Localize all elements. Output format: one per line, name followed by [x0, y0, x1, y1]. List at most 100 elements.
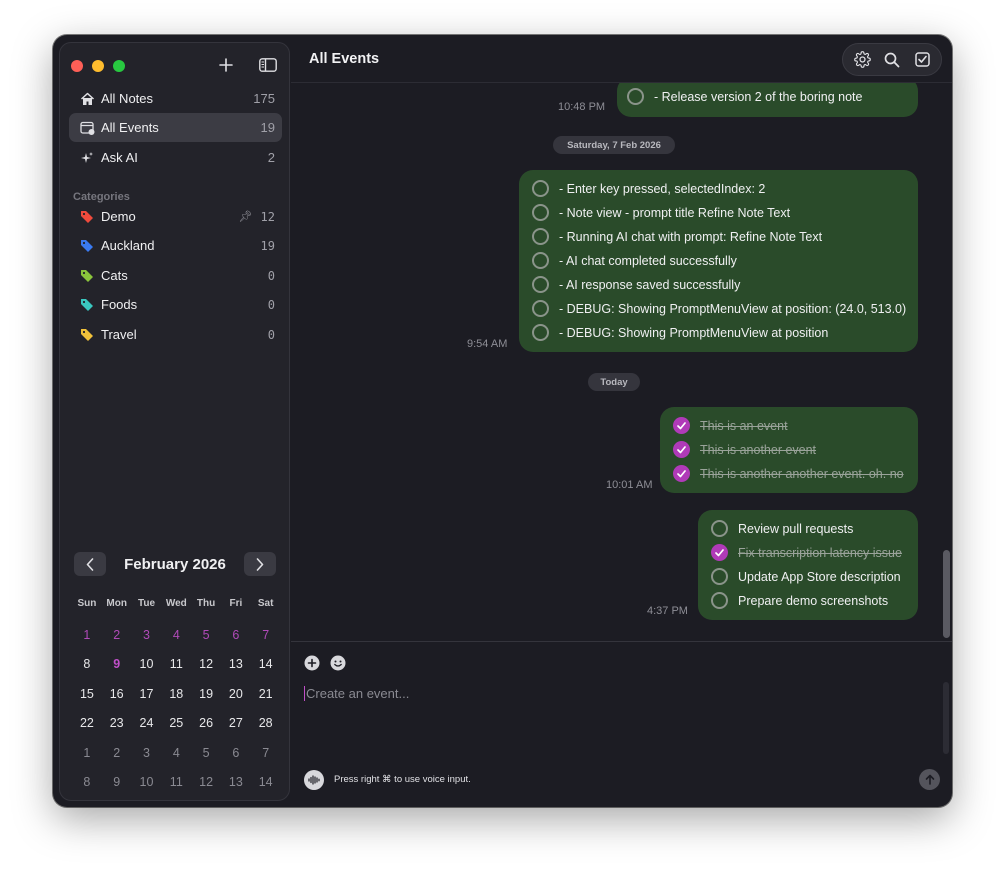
task-checkbox[interactable] — [532, 204, 549, 221]
calendar-day-today[interactable]: 9 — [102, 651, 132, 679]
event-time: 9:54 AM — [467, 338, 508, 350]
task-checkbox-checked[interactable] — [673, 417, 690, 434]
task-checkbox-checked[interactable] — [673, 465, 690, 482]
calendar-day[interactable]: 7 — [251, 628, 281, 642]
calendar-day[interactable]: 15 — [72, 687, 102, 701]
calendar-day[interactable]: 2 — [102, 628, 132, 642]
task-checkbox[interactable] — [532, 228, 549, 245]
task-checkbox-checked[interactable] — [673, 441, 690, 458]
sidebar-item-cats[interactable]: Cats 0 — [69, 261, 282, 290]
calendar-day[interactable]: 2 — [102, 746, 132, 760]
calendar-day[interactable]: 26 — [191, 716, 221, 730]
new-note-button[interactable] — [211, 51, 241, 79]
calendar-day[interactable]: 20 — [221, 687, 251, 701]
task-label: - AI chat completed successfully — [559, 253, 737, 268]
gear-icon — [853, 51, 871, 68]
event-task: Update App Store description — [711, 568, 901, 585]
calendar-day[interactable]: 4 — [161, 746, 191, 760]
sidebar-item-all-events[interactable]: All Events 19 — [69, 113, 282, 142]
task-checkbox[interactable] — [532, 180, 549, 197]
tasks-filter-button[interactable] — [908, 46, 936, 74]
sidebar-item-travel[interactable]: Travel 0 — [69, 320, 282, 349]
calendar-day[interactable]: 10 — [132, 775, 162, 789]
sidebar-item-ask-ai[interactable]: Ask AI 2 — [69, 143, 282, 172]
task-checkbox[interactable] — [711, 592, 728, 609]
voice-input-button[interactable] — [304, 770, 324, 790]
arrow-up-icon — [925, 774, 934, 785]
calendar-day[interactable]: 5 — [191, 628, 221, 642]
calendar-day[interactable]: 25 — [161, 716, 191, 730]
task-label: - Running AI chat with prompt: Refine No… — [559, 229, 823, 244]
calendar-day[interactable]: 16 — [102, 687, 132, 701]
sidebar-item-foods[interactable]: Foods 0 — [69, 290, 282, 319]
task-checkbox[interactable] — [532, 324, 549, 341]
calendar-day[interactable]: 18 — [161, 687, 191, 701]
calendar-day[interactable]: 24 — [132, 716, 162, 730]
task-label: This is another another event. oh. no — [700, 466, 904, 481]
calendar-day[interactable]: 1 — [72, 628, 102, 642]
composer-scrollbar[interactable] — [943, 682, 949, 754]
task-checkbox[interactable] — [532, 276, 549, 293]
calendar-day[interactable]: 6 — [221, 746, 251, 760]
toggle-sidebar-button[interactable] — [253, 51, 283, 79]
calendar-day[interactable]: 17 — [132, 687, 162, 701]
task-label: - DEBUG: Showing PromptMenuView at posit… — [559, 325, 829, 340]
calendar-day[interactable]: 22 — [72, 716, 102, 730]
calendar-day[interactable]: 19 — [191, 687, 221, 701]
minimize-window-button[interactable] — [92, 60, 104, 72]
calendar-day[interactable]: 10 — [132, 657, 162, 671]
sidebar-item-demo[interactable]: Demo 📌︎ 12 — [69, 202, 282, 231]
event-task: - Running AI chat with prompt: Refine No… — [532, 228, 822, 245]
calendar-weekday-row: Sun Mon Tue Wed Thu Fri Sat — [72, 593, 281, 613]
task-checkbox[interactable] — [711, 568, 728, 585]
calendar-week-row: 8 9 10 11 12 13 14 — [72, 768, 281, 798]
close-window-button[interactable] — [71, 60, 83, 72]
search-button[interactable] — [878, 46, 906, 74]
task-label: This is another event — [700, 442, 817, 457]
calendar-day[interactable]: 11 — [161, 657, 191, 671]
feed-scroll-thumb[interactable] — [943, 550, 950, 638]
task-checkbox[interactable] — [627, 88, 644, 105]
event-task: This is another event — [673, 441, 816, 458]
settings-button[interactable] — [848, 46, 876, 74]
calendar-day[interactable]: 13 — [221, 775, 251, 789]
calendar-week-row: 1 2 3 4 5 6 7 — [72, 620, 281, 650]
calendar-day[interactable]: 27 — [221, 716, 251, 730]
calendar-day[interactable]: 7 — [251, 746, 281, 760]
calendar-day[interactable]: 9 — [102, 775, 132, 789]
calendar-day[interactable]: 13 — [221, 657, 251, 671]
calendar-day[interactable]: 14 — [251, 775, 281, 789]
calendar-day[interactable]: 3 — [132, 628, 162, 642]
events-feed[interactable]: - Release version 2 of the boring note 1… — [291, 83, 941, 641]
calendar-day[interactable]: 3 — [132, 746, 162, 760]
add-attachment-button[interactable] — [304, 655, 320, 671]
next-month-button[interactable] — [243, 552, 276, 576]
calendar-day[interactable]: 14 — [251, 657, 281, 671]
event-task: - AI chat completed successfully — [532, 252, 737, 269]
previous-month-button[interactable] — [74, 552, 106, 576]
sidebar-item-auckland[interactable]: Auckland 19 — [69, 231, 282, 260]
calendar-day[interactable]: 28 — [251, 716, 281, 730]
calendar-day[interactable]: 21 — [251, 687, 281, 701]
calendar-day[interactable]: 23 — [102, 716, 132, 730]
calendar-day[interactable]: 8 — [72, 775, 102, 789]
calendar-day[interactable]: 5 — [191, 746, 221, 760]
create-event-input[interactable]: Create an event... — [304, 686, 924, 701]
calendar-day[interactable]: 12 — [191, 657, 221, 671]
emoji-button[interactable] — [330, 655, 346, 671]
task-label: - Note view - prompt title Refine Note T… — [559, 205, 791, 220]
task-checkbox-checked[interactable] — [711, 544, 728, 561]
sidebar-item-all-notes[interactable]: All Notes 175 — [69, 84, 282, 113]
calendar-day[interactable]: 1 — [72, 746, 102, 760]
calendar-day[interactable]: 11 — [161, 775, 191, 789]
calendar-day[interactable]: 4 — [161, 628, 191, 642]
event-composer: Create an event... Press right ⌘ to use … — [291, 641, 952, 807]
calendar-day[interactable]: 8 — [72, 657, 102, 671]
task-checkbox[interactable] — [711, 520, 728, 537]
task-checkbox[interactable] — [532, 300, 549, 317]
zoom-window-button[interactable] — [113, 60, 125, 72]
send-button[interactable] — [919, 769, 940, 790]
calendar-day[interactable]: 12 — [191, 775, 221, 789]
task-checkbox[interactable] — [532, 252, 549, 269]
calendar-day[interactable]: 6 — [221, 628, 251, 642]
